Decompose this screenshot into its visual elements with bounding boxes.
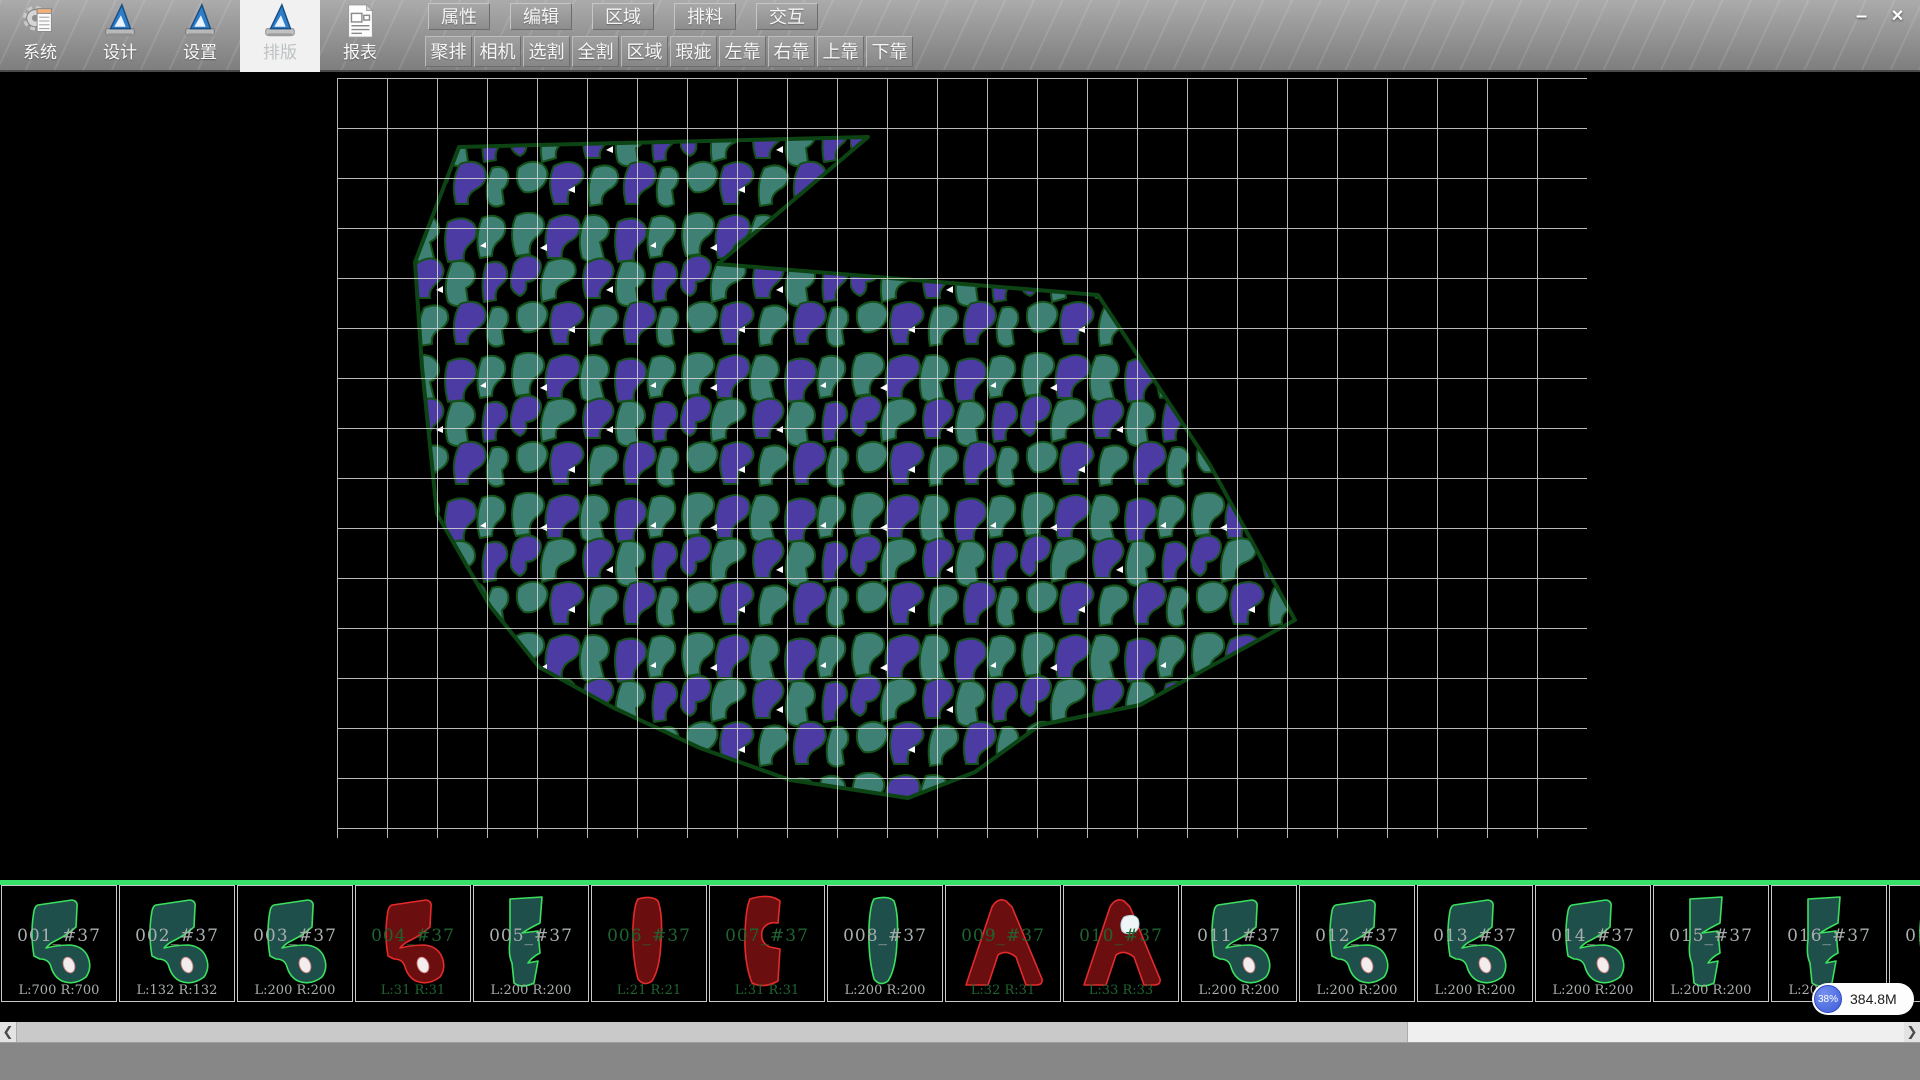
scroll-left-arrow[interactable]: ❮ [0, 1022, 16, 1042]
scroll-right-arrow[interactable]: ❯ [1904, 1022, 1920, 1042]
gear-icon [21, 2, 59, 40]
ruler-icon [181, 2, 219, 40]
nav-design-button[interactable]: 设计 [80, 0, 160, 72]
nav-layout-label: 排版 [263, 40, 297, 66]
piece-id-label: 001_#37 [2, 926, 116, 946]
thumbnail-cell[interactable]: 002_#37 L:132 R:132 [119, 885, 235, 1002]
piece-thumbnail-strip[interactable]: 001_#37 L:700 R:700 002_#37 L:132 R:132 … [0, 885, 1920, 1002]
close-button[interactable]: × [1881, 2, 1914, 30]
minimize-button[interactable]: – [1845, 2, 1878, 30]
thumbnail-cell[interactable]: 011_#37 L:200 R:200 [1181, 885, 1297, 1002]
piece-id-label: 008_#37 [828, 926, 942, 946]
thumbnail-cell[interactable]: 008_#37 L:200 R:200 [827, 885, 943, 1002]
menu-nesting[interactable]: 排料 [674, 3, 736, 30]
thumbnail-cell[interactable]: 005_#37 L:200 R:200 [473, 885, 589, 1002]
tool-camera[interactable]: 相机 [474, 36, 521, 67]
tool-defect[interactable]: 瑕疵 [670, 36, 717, 67]
piece-lr-label: L:21 R:21 [592, 983, 706, 998]
thumbnail-cell[interactable]: 006_#37 L:21 R:21 [591, 885, 707, 1002]
piece-lr-label: L:200 R:200 [1182, 983, 1296, 998]
piece-id-label: 002_#37 [120, 926, 234, 946]
piece-id-label: 004_#37 [356, 926, 470, 946]
nav-layout-button-active[interactable]: 排版 [240, 0, 320, 72]
tool-align-top[interactable]: 上靠 [817, 36, 864, 67]
thumbnail-cell[interactable]: 001_#37 L:700 R:700 [1, 885, 117, 1002]
nesting-canvas[interactable] [0, 72, 1920, 880]
tool-align-left[interactable]: 左靠 [719, 36, 766, 67]
piece-lr-label: L:33 R:33 [1064, 983, 1178, 998]
tool-region[interactable]: 区域 [621, 36, 668, 67]
piece-id-label: 003_#37 [238, 926, 352, 946]
nav-report-button[interactable]: 报表 [320, 0, 400, 72]
scrollbar-thumb[interactable] [16, 1022, 1408, 1042]
report-icon [341, 2, 379, 40]
thumbnail-cell[interactable]: 010_#37 L:33 R:33 [1063, 885, 1179, 1002]
piece-lr-label: L:31 R:31 [710, 983, 824, 998]
tool-cut-all[interactable]: 全割 [572, 36, 619, 67]
piece-lr-label: L:200 R:200 [1536, 983, 1650, 998]
piece-id-label: 006_#37 [592, 926, 706, 946]
piece-lr-label: L:32 R:31 [946, 983, 1060, 998]
piece-id-label: 010_#37 [1064, 926, 1178, 946]
piece-id-label: 017_#37 [1890, 926, 1920, 946]
nav-design-label: 设计 [103, 40, 137, 66]
nav-settings-button[interactable]: 设置 [160, 0, 240, 72]
thumbnail-cell[interactable]: 012_#37 L:200 R:200 [1299, 885, 1415, 1002]
piece-id-label: 005_#37 [474, 926, 588, 946]
thumbnail-cell[interactable]: 007_#37 L:31 R:31 [709, 885, 825, 1002]
status-bar [0, 1042, 1920, 1080]
piece-id-label: 009_#37 [946, 926, 1060, 946]
tool-align-bottom[interactable]: 下靠 [866, 36, 913, 67]
piece-id-label: 011_#37 [1182, 926, 1296, 946]
piece-lr-label: L:200 R:200 [1300, 983, 1414, 998]
nav-settings-label: 设置 [183, 40, 217, 66]
piece-lr-label: L:200 R:200 [1418, 983, 1532, 998]
piece-lr-label: L:700 R:700 [2, 983, 116, 998]
menu-properties[interactable]: 属性 [428, 3, 490, 30]
piece-id-label: 016_#37 [1772, 926, 1886, 946]
piece-id-label: 013_#37 [1418, 926, 1532, 946]
thumbnail-cell[interactable]: 009_#37 L:32 R:31 [945, 885, 1061, 1002]
memory-badge[interactable]: 38% 384.8M [1812, 983, 1914, 1015]
piece-lr-label: L:200 R:200 [474, 983, 588, 998]
menu-edit[interactable]: 编辑 [510, 3, 572, 30]
piece-lr-label: L:132 R:132 [120, 983, 234, 998]
piece-lr-label: L:31 R:31 [356, 983, 470, 998]
memory-percent-badge: 38% [1814, 985, 1842, 1013]
menu-region[interactable]: 区域 [592, 3, 654, 30]
piece-id-label: 015_#37 [1654, 926, 1768, 946]
tool-align-right[interactable]: 右靠 [768, 36, 815, 67]
piece-id-label: 007_#37 [710, 926, 824, 946]
piece-id-label: 012_#37 [1300, 926, 1414, 946]
memory-size-label: 384.8M [1850, 983, 1897, 1015]
nav-report-label: 报表 [343, 40, 377, 66]
title-toolbar: 系统 设计 设置 排版 [0, 0, 1920, 72]
thumbnail-cell[interactable]: 004_#37 L:31 R:31 [355, 885, 471, 1002]
thumbnail-cell[interactable]: 003_#37 L:200 R:200 [237, 885, 353, 1002]
tool-select-cut[interactable]: 选割 [523, 36, 570, 67]
thumbnail-cell[interactable]: 013_#37 L:200 R:200 [1417, 885, 1533, 1002]
horizontal-scrollbar[interactable]: ❮ ❯ [0, 1022, 1920, 1042]
ruler-icon [101, 2, 139, 40]
thumbnail-cell[interactable]: 015_#37 L:200 R:200 [1653, 885, 1769, 1002]
ruler-icon [261, 2, 299, 40]
menu-interact[interactable]: 交互 [756, 3, 818, 30]
piece-lr-label: L:200 R:200 [238, 983, 352, 998]
tool-cluster-nest[interactable]: 聚排 [425, 36, 472, 67]
leather-hide-outline[interactable] [415, 137, 1295, 798]
nav-system-button[interactable]: 系统 [0, 0, 80, 72]
nav-system-label: 系统 [23, 40, 57, 66]
hide-shape[interactable] [0, 72, 1920, 880]
piece-id-label: 014_#37 [1536, 926, 1650, 946]
piece-lr-label: L:200 R:200 [1654, 983, 1768, 998]
thumbnail-cell[interactable]: 014_#37 L:200 R:200 [1535, 885, 1651, 1002]
piece-lr-label: L:200 R:200 [828, 983, 942, 998]
